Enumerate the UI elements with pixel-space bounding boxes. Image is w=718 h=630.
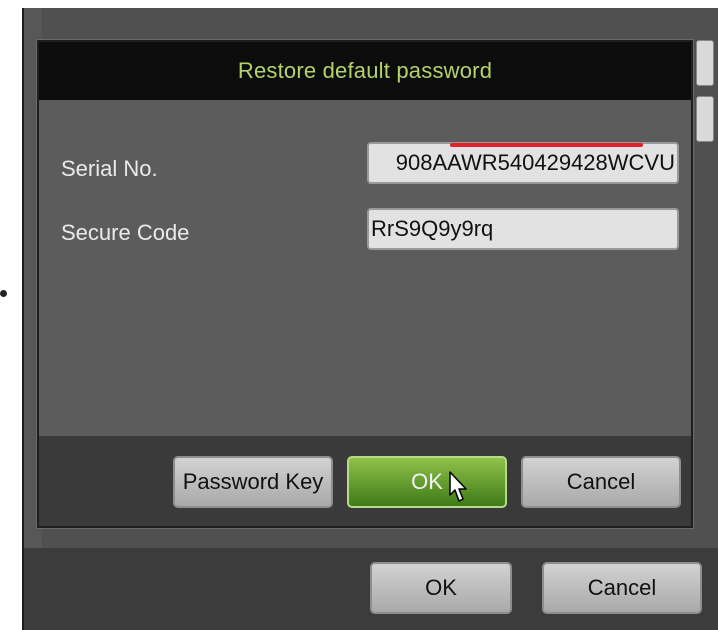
background-footer: OK Cancel [24,548,718,630]
serial-no-field[interactable]: 908AAWR540429428WCVU [367,142,679,184]
ok-button[interactable]: OK [347,456,507,508]
dialog-footer: Password Key OK Cancel [39,436,691,526]
dialog-title: Restore default password [237,58,493,83]
secure-code-label: Secure Code [61,220,190,245]
background-field-2[interactable] [696,96,714,142]
background-ok-button[interactable]: OK [370,562,512,614]
password-key-button[interactable]: Password Key [173,456,333,508]
serial-no-label: Serial No. [61,156,158,181]
left-bullet-dot [0,290,7,297]
cancel-button[interactable]: Cancel [521,456,681,508]
mouse-pointer-icon [449,471,467,502]
secure-code-field[interactable]: RrS9Q9y9rq [367,208,679,250]
background-field-1[interactable] [696,40,714,86]
dialog-titlebar: Restore default password [39,42,691,100]
restore-password-dialog: Restore default password Serial No. 908A… [37,40,693,528]
serial-highlight-underline [450,143,643,147]
background-cancel-button[interactable]: Cancel [542,562,702,614]
